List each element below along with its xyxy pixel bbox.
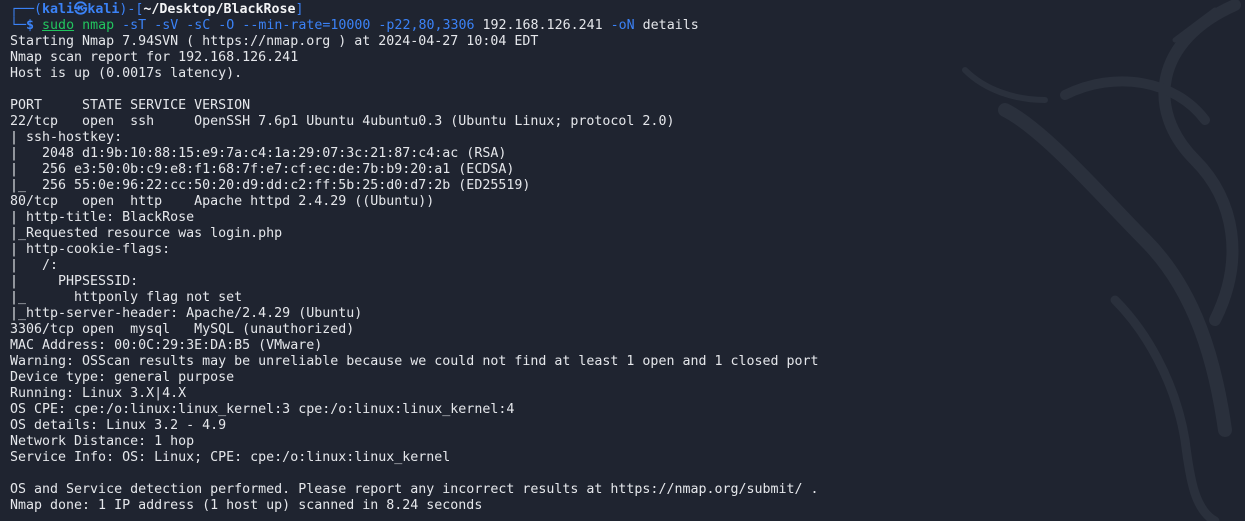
output-line: 3306/tcp open mysql MySQL (unauthorized) [10,322,355,337]
output-line: | ssh-hostkey: [10,130,131,145]
output-line: Service Info: OS: Linux; CPE: cpe:/o:lin… [10,450,451,465]
output-line: PORT STATE SERVICE VERSION [10,98,251,113]
output-line: Device type: general purpose [10,370,235,385]
output-line: |_Requested resource was login.php [10,226,283,241]
command-line[interactable]: └─$ sudo nmap -sT -sV -sC -O --min-rate=… [10,18,1245,34]
command-flag: -sC [186,18,211,33]
output-line: |_http-server-header: Apache/2.4.29 (Ubu… [10,306,363,321]
output-line: Nmap scan report for 192.168.126.241 [10,50,299,65]
prompt-line: ┌──(kali㉿kali)-[~/Desktop/BlackRose] [10,2,1245,18]
output-line: | PHPSESSID: [10,274,147,289]
output-line: Warning: OSScan results may be unreliabl… [10,354,819,369]
output-line: Nmap done: 1 IP address (1 host up) scan… [10,498,483,513]
output-line: | 2048 d1:9b:10:88:15:e9:7a:c4:1a:29:07:… [10,146,507,161]
output-line: | http-title: BlackRose [10,210,195,225]
command-flag: -O [218,18,235,33]
output-line: OS details: Linux 3.2 - 4.9 [10,418,227,433]
output-line: Starting Nmap 7.94SVN ( https://nmap.org… [10,34,539,49]
command-flag: --min-rate=10000 [242,18,371,33]
command-flag: -sT [122,18,147,33]
command-flag: -oN [610,18,635,33]
command-program: nmap [82,18,115,33]
output-line: | /: [10,258,67,273]
output-line: |_ httponly flag not set [10,290,243,305]
command-flag: -p22,80,3306 [378,18,475,33]
output-line: 22/tcp open ssh OpenSSH 7.6p1 Ubuntu 4ub… [10,114,675,129]
output-line: Host is up (0.0017s latency). [10,66,243,81]
prompt-corner-top: ┌──( [10,2,43,17]
prompt-bracket: )-[ [119,2,144,17]
prompt-bracket-end: ] [295,2,304,17]
output-line: Running: Linux 3.X|4.X [10,386,187,401]
command-flag: -sV [154,18,179,33]
output-line: OS CPE: cpe:/o:linux:linux_kernel:3 cpe:… [10,402,515,417]
command-output-file: details [642,18,699,33]
prompt-symbol: $ [26,18,35,33]
output-line: | http-cookie-flags: [10,242,179,257]
terminal-window[interactable]: ┌──(kali㉿kali)-[~/Desktop/BlackRose] └─$… [0,0,1245,521]
output-line: MAC Address: 00:0C:29:3E:DA:B5 (VMware) [10,338,323,353]
prompt-path: ~/Desktop/BlackRose [143,2,296,17]
prompt-user-host: kali㉿kali [42,2,120,17]
output-line: |_ 256 55:0e:96:22:cc:50:20:d9:dd:c2:ff:… [10,178,531,193]
output-line: | 256 e3:50:0b:c9:e8:f1:68:7f:e7:cf:ec:d… [10,162,515,177]
terminal-output: ┌──(kali㉿kali)-[~/Desktop/BlackRose] └─$… [0,0,1245,514]
output-line: OS and Service detection performed. Plea… [10,482,819,497]
output-line: 80/tcp open http Apache httpd 2.4.29 ((U… [10,194,435,209]
prompt-corner-bottom: └─ [10,18,27,33]
command-sudo: sudo [42,18,75,33]
command-target: 192.168.126.241 [482,18,603,33]
output-line: Network Distance: 1 hop [10,434,195,449]
